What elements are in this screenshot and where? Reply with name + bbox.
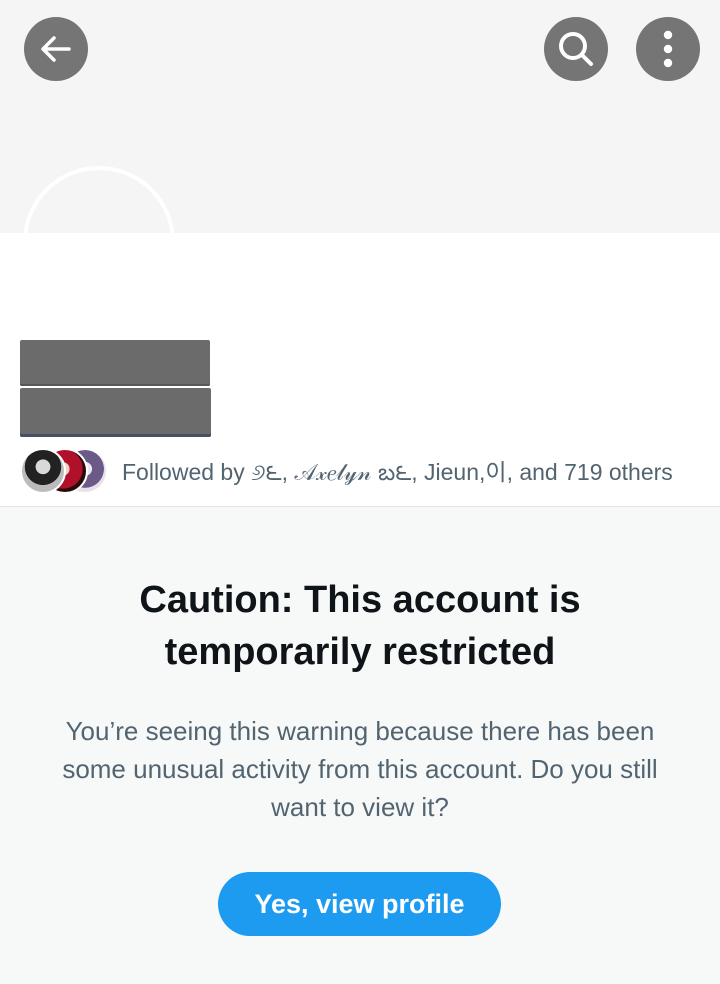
redacted-display-name (20, 340, 210, 386)
back-button[interactable] (24, 17, 88, 81)
followed-by-text: Followed by ୬౬, 𝒜𝓍𝑒𝓁𝓎𝓃 బ౬, Jieun,이, and … (122, 458, 673, 485)
caution-message: You’re seeing this warning because there… (62, 716, 658, 822)
profile-screen: Followed by ୬౬, 𝒜𝓍𝑒𝓁𝓎𝓃 బ౬, Jieun,이, and … (0, 0, 720, 984)
search-icon (556, 29, 596, 69)
more-vertical-icon (662, 29, 674, 69)
divider (0, 506, 720, 507)
search-button[interactable] (544, 17, 608, 81)
more-options-button[interactable] (636, 17, 700, 81)
follower-avatars (20, 448, 112, 496)
avatar (20, 448, 66, 494)
caution-title: Caution: This account is temporarily res… (139, 579, 581, 673)
redacted-handle (20, 388, 211, 437)
followed-by[interactable]: Followed by ୬౬, 𝒜𝓍𝑒𝓁𝓎𝓃 బ౬, Jieun,이, and … (20, 448, 673, 496)
arrow-left-icon (38, 31, 74, 67)
view-profile-button[interactable]: Yes, view profile (218, 872, 501, 936)
